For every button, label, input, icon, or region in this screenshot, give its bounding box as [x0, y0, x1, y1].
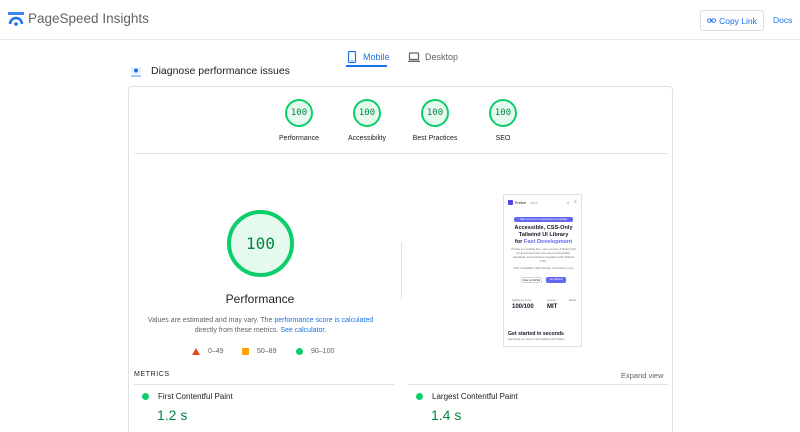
section-divider [134, 153, 668, 154]
diagnose-icon [131, 67, 141, 77]
tab-desktop-label: Desktop [425, 51, 459, 62]
screenshot-body-text: Preline is a leading free, open-source U… [511, 247, 576, 263]
screenshot-nav: Preline docs [508, 200, 538, 205]
screenshot-body: Preline is a leading free, open-source U… [510, 247, 577, 270]
screenshot-brand-badge: docs [530, 200, 538, 205]
metric-value: 1.4 s [431, 407, 462, 423]
performance-gauge: 100 [227, 210, 294, 277]
legend-fail: 0–49 [192, 348, 224, 355]
pagespeed-logo-icon [8, 12, 24, 26]
metric-name: Largest Contentful Paint [432, 392, 518, 401]
score-gauge: 100 [489, 99, 517, 127]
legend-range: 90–100 [311, 348, 335, 355]
pass-circle-icon [142, 393, 149, 400]
legend-pass: 90–100 [296, 348, 334, 355]
triangle-icon [192, 348, 200, 355]
performance-note: Values are estimated and may vary. The p… [145, 316, 376, 336]
metric-fcp: First Contentful Paint 1.2 s [142, 392, 233, 423]
screenshot-stat: Lighthouse Score 100/100 [512, 299, 534, 310]
screenshot-headline: Accessible, CSS-Only Tailwind UI Library… [508, 225, 579, 246]
headline-accent: Fast Development [523, 239, 573, 245]
top-bar: PageSpeed Insights Copy Link Docs [0, 0, 800, 40]
score-calculated-link[interactable]: performance score is calculated [274, 317, 373, 324]
expand-view-button[interactable]: Expand view [621, 371, 664, 380]
square-icon [242, 348, 249, 355]
score-value: 100 [290, 108, 308, 118]
stat-value: MIT [547, 304, 558, 310]
category-seo[interactable]: 100 SEO [463, 99, 543, 142]
score-value: 100 [358, 108, 376, 118]
stat-label: Lighthouse Score [512, 299, 532, 302]
screenshot-search-icon: ⌕ [567, 200, 570, 205]
legend-range: 0–49 [208, 348, 224, 355]
screenshot-body-text: CSS-compatible, SEO-friendly, and ready … [513, 266, 574, 270]
circle-icon [296, 348, 303, 355]
stat-label: License [547, 299, 556, 302]
headline-line: for [514, 239, 524, 245]
docs-link[interactable]: Docs [773, 15, 792, 25]
score-value: 100 [494, 108, 512, 118]
copy-link-button[interactable]: Copy Link [700, 10, 764, 31]
screenshot-stat: License MIT [547, 299, 557, 310]
stat-label: Works [569, 299, 577, 302]
phone-icon [347, 50, 357, 63]
diagnose-title: Diagnose performance issues [151, 65, 290, 77]
screenshot-stat: Works [569, 299, 576, 302]
screenshot-subheading-body: Everything you need to start building wi… [508, 338, 565, 341]
performance-score: 100 [246, 234, 275, 253]
app-title: PageSpeed Insights [28, 11, 149, 26]
tab-mobile-label: Mobile [363, 51, 390, 62]
score-gauge: 100 [421, 99, 449, 127]
link-icon [707, 18, 717, 23]
legend-range: 50–89 [257, 348, 277, 355]
screenshot-menu-icon: ≡ [574, 199, 577, 204]
metric-name: First Contentful Paint [158, 392, 233, 401]
screenshot-secondary-button: View on GitHub [521, 277, 542, 283]
note-text: Values are estimated and may vary. The [147, 317, 275, 324]
score-gauge: 100 [353, 99, 381, 127]
note-text: directly from these metrics. [194, 327, 281, 334]
category-label: SEO [495, 135, 511, 142]
see-calculator-link[interactable]: See calculator. [280, 327, 326, 334]
tab-selected-indicator [346, 65, 387, 67]
laptop-icon [408, 51, 420, 62]
headline-line: Accessible, CSS-Only [514, 225, 573, 231]
metrics-divider [408, 384, 668, 385]
headline-line: Tailwind UI Library [518, 232, 569, 238]
score-gauge: 100 [285, 99, 313, 127]
metrics-divider [134, 384, 394, 385]
metrics-title: METRICS [134, 371, 170, 378]
performance-title: Performance [225, 292, 295, 306]
tab-mobile[interactable]: Mobile [346, 47, 390, 66]
preline-logo-icon [508, 200, 513, 205]
metric-lcp: Largest Contentful Paint 1.4 s [416, 392, 518, 423]
copy-link-label: Copy Link [719, 15, 757, 26]
screenshot-pill: Open-source UI components & templates [514, 217, 573, 222]
pass-circle-icon [416, 393, 423, 400]
stat-value: 100/100 [512, 304, 534, 310]
tab-desktop[interactable]: Desktop [408, 47, 458, 66]
vertical-divider [401, 242, 402, 299]
metric-value: 1.2 s [157, 407, 188, 423]
legend-average: 50–89 [242, 348, 276, 355]
page-screenshot: Preline docs ⌕ ≡ Open-source UI componen… [503, 194, 582, 347]
score-value: 100 [426, 108, 444, 118]
screenshot-brand: Preline [515, 200, 527, 205]
screenshot-primary-button: Get Started [546, 277, 566, 283]
screenshot-subheading: Get started in seconds [508, 331, 564, 337]
